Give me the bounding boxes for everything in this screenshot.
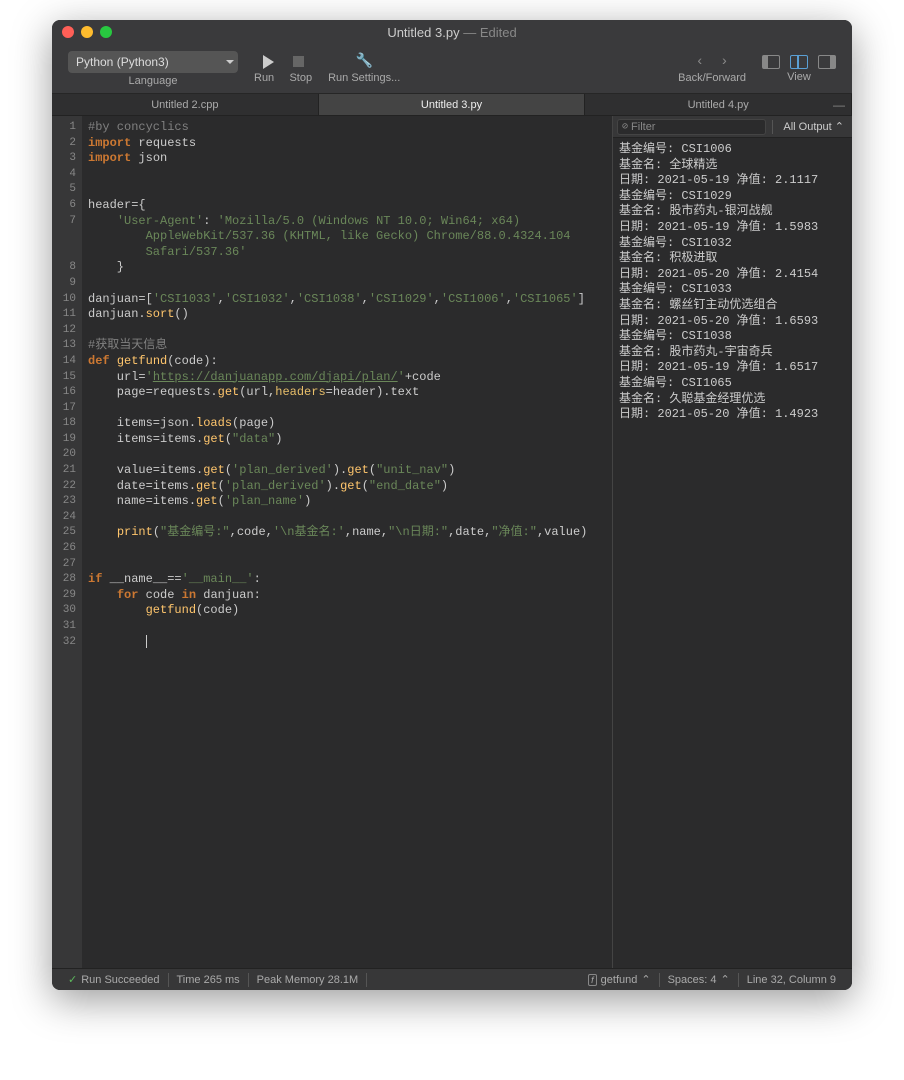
function-icon: f xyxy=(588,974,597,986)
run-status: ✓Run Succeeded xyxy=(60,973,169,987)
language-label: Language xyxy=(68,75,238,87)
window-title: Untitled 3.py — Edited xyxy=(52,25,852,40)
code-line[interactable] xyxy=(88,401,606,417)
output-line: 基金编号: CSI1032 xyxy=(619,236,846,252)
code-line[interactable]: date=items.get('plan_derived').get("end_… xyxy=(88,479,606,495)
cursor-position: Line 32, Column 9 xyxy=(739,973,844,987)
check-icon: ✓ xyxy=(68,973,77,986)
code-line[interactable] xyxy=(88,635,606,651)
code-line[interactable] xyxy=(88,541,606,557)
output-line: 日期: 2021-05-20 净值: 1.4923 xyxy=(619,407,846,423)
spaces-selector[interactable]: Spaces: 4 ⌃ xyxy=(660,973,739,987)
tab-Untitled-4-py[interactable]: Untitled 4.py— xyxy=(585,94,852,115)
filter-icon: ⊘ xyxy=(622,121,628,133)
filter-input[interactable]: ⊘ Filter xyxy=(617,119,766,135)
output-line: 日期: 2021-05-19 净值: 1.6517 xyxy=(619,360,846,376)
output-line: 基金编号: CSI1029 xyxy=(619,189,846,205)
view-split[interactable] xyxy=(790,55,808,69)
output-line: 基金编号: CSI1038 xyxy=(619,329,846,345)
back-button[interactable]: ‹ xyxy=(696,54,704,70)
memory-status: Peak Memory 28.1M xyxy=(249,973,367,987)
code-line[interactable]: value=items.get('plan_derived').get("uni… xyxy=(88,463,606,479)
forward-button[interactable]: › xyxy=(720,54,728,70)
code-editor[interactable]: 1234567891011121314151617181920212223242… xyxy=(52,116,612,968)
code-line[interactable] xyxy=(88,167,606,183)
tab-bar: Untitled 2.cppUntitled 3.pyUntitled 4.py… xyxy=(52,94,852,116)
tab-Untitled-2-cpp[interactable]: Untitled 2.cpp xyxy=(52,94,319,115)
code-line[interactable]: #获取当天信息 xyxy=(88,338,606,354)
output-line: 基金名: 螺丝钉主动优选组合 xyxy=(619,298,846,314)
stop-button[interactable] xyxy=(290,54,306,70)
output-line: 基金名: 股市药丸-银河战舰 xyxy=(619,204,846,220)
code-line[interactable]: header={ xyxy=(88,198,606,214)
output-line: 基金编号: CSI1033 xyxy=(619,282,846,298)
main-area: 1234567891011121314151617181920212223242… xyxy=(52,116,852,968)
output-line: 基金名: 久聪基金经理优选 xyxy=(619,392,846,408)
output-line: 日期: 2021-05-19 净值: 2.1117 xyxy=(619,173,846,189)
output-line: 基金名: 全球精选 xyxy=(619,158,846,174)
code-line[interactable] xyxy=(88,276,606,292)
symbol-navigator[interactable]: fgetfund ⌃ xyxy=(580,973,659,987)
run-settings-label: Run Settings... xyxy=(328,72,400,84)
output-dropdown[interactable]: All Output ⌃ xyxy=(779,120,848,133)
tab-Untitled-3-py[interactable]: Untitled 3.py xyxy=(319,94,586,115)
cursor xyxy=(146,635,147,648)
output-pane: ⊘ Filter All Output ⌃ 基金编号: CSI1006基金名: … xyxy=(612,116,852,968)
language-selector[interactable]: Python (Python3) xyxy=(68,51,238,73)
stop-icon xyxy=(293,56,304,67)
code-line[interactable]: import json xyxy=(88,151,606,167)
code-line[interactable] xyxy=(88,447,606,463)
run-button[interactable] xyxy=(260,54,276,70)
code-line[interactable] xyxy=(88,619,606,635)
code-line[interactable]: #by concyclics xyxy=(88,120,606,136)
output-line: 日期: 2021-05-19 净值: 1.5983 xyxy=(619,220,846,236)
code-line[interactable]: 'User-Agent': 'Mozilla/5.0 (Windows NT 1… xyxy=(88,214,606,261)
output-line: 基金编号: CSI1006 xyxy=(619,142,846,158)
status-bar: ✓Run Succeeded Time 265 ms Peak Memory 2… xyxy=(52,968,852,990)
wrench-icon: 🔧 xyxy=(355,53,372,70)
code-line[interactable]: url='https://danjuanapp.com/djapi/plan/'… xyxy=(88,370,606,386)
code-line[interactable]: page=requests.get(url,headers=header).te… xyxy=(88,385,606,401)
output-line: 基金名: 股市药丸-宇宙奇兵 xyxy=(619,345,846,361)
code-line[interactable]: if __name__=='__main__': xyxy=(88,572,606,588)
code-line[interactable] xyxy=(88,182,606,198)
code-line[interactable] xyxy=(88,510,606,526)
code-content[interactable]: #by concyclicsimport requestsimport json… xyxy=(82,116,612,968)
code-line[interactable]: print("基金编号:",code,'\n基金名:',name,"\n日期:"… xyxy=(88,525,606,541)
output-line: 日期: 2021-05-20 净值: 1.6593 xyxy=(619,314,846,330)
code-line[interactable] xyxy=(88,323,606,339)
code-line[interactable]: danjuan=['CSI1033','CSI1032','CSI1038','… xyxy=(88,292,606,308)
code-line[interactable]: items=json.loads(page) xyxy=(88,416,606,432)
close-icon[interactable]: — xyxy=(833,98,845,112)
code-line[interactable]: def getfund(code): xyxy=(88,354,606,370)
code-line[interactable]: import requests xyxy=(88,136,606,152)
code-line[interactable]: } xyxy=(88,260,606,276)
back-forward-label: Back/Forward xyxy=(678,72,746,84)
toolbar: Python (Python3) Language Run Stop 🔧 Run… xyxy=(52,44,852,94)
output-line: 基金名: 积极进取 xyxy=(619,251,846,267)
code-line[interactable] xyxy=(88,557,606,573)
code-line[interactable]: items=items.get("data") xyxy=(88,432,606,448)
view-left-panel[interactable] xyxy=(762,55,780,69)
output-line: 基金编号: CSI1065 xyxy=(619,376,846,392)
play-icon xyxy=(263,55,274,69)
titlebar[interactable]: Untitled 3.py — Edited xyxy=(52,20,852,44)
line-gutter: 1234567891011121314151617181920212223242… xyxy=(52,116,82,968)
code-line[interactable]: getfund(code) xyxy=(88,603,606,619)
code-line[interactable]: danjuan.sort() xyxy=(88,307,606,323)
view-label: View xyxy=(787,71,811,83)
app-window: Untitled 3.py — Edited Python (Python3) … xyxy=(52,20,852,990)
output-content[interactable]: 基金编号: CSI1006基金名: 全球精选日期: 2021-05-19 净值:… xyxy=(613,138,852,968)
time-status: Time 265 ms xyxy=(169,973,249,987)
output-toolbar: ⊘ Filter All Output ⌃ xyxy=(613,116,852,138)
run-settings-button[interactable]: 🔧 xyxy=(356,54,372,70)
code-line[interactable]: for code in danjuan: xyxy=(88,588,606,604)
output-line: 日期: 2021-05-20 净值: 2.4154 xyxy=(619,267,846,283)
code-line[interactable]: name=items.get('plan_name') xyxy=(88,494,606,510)
view-right-panel[interactable] xyxy=(818,55,836,69)
